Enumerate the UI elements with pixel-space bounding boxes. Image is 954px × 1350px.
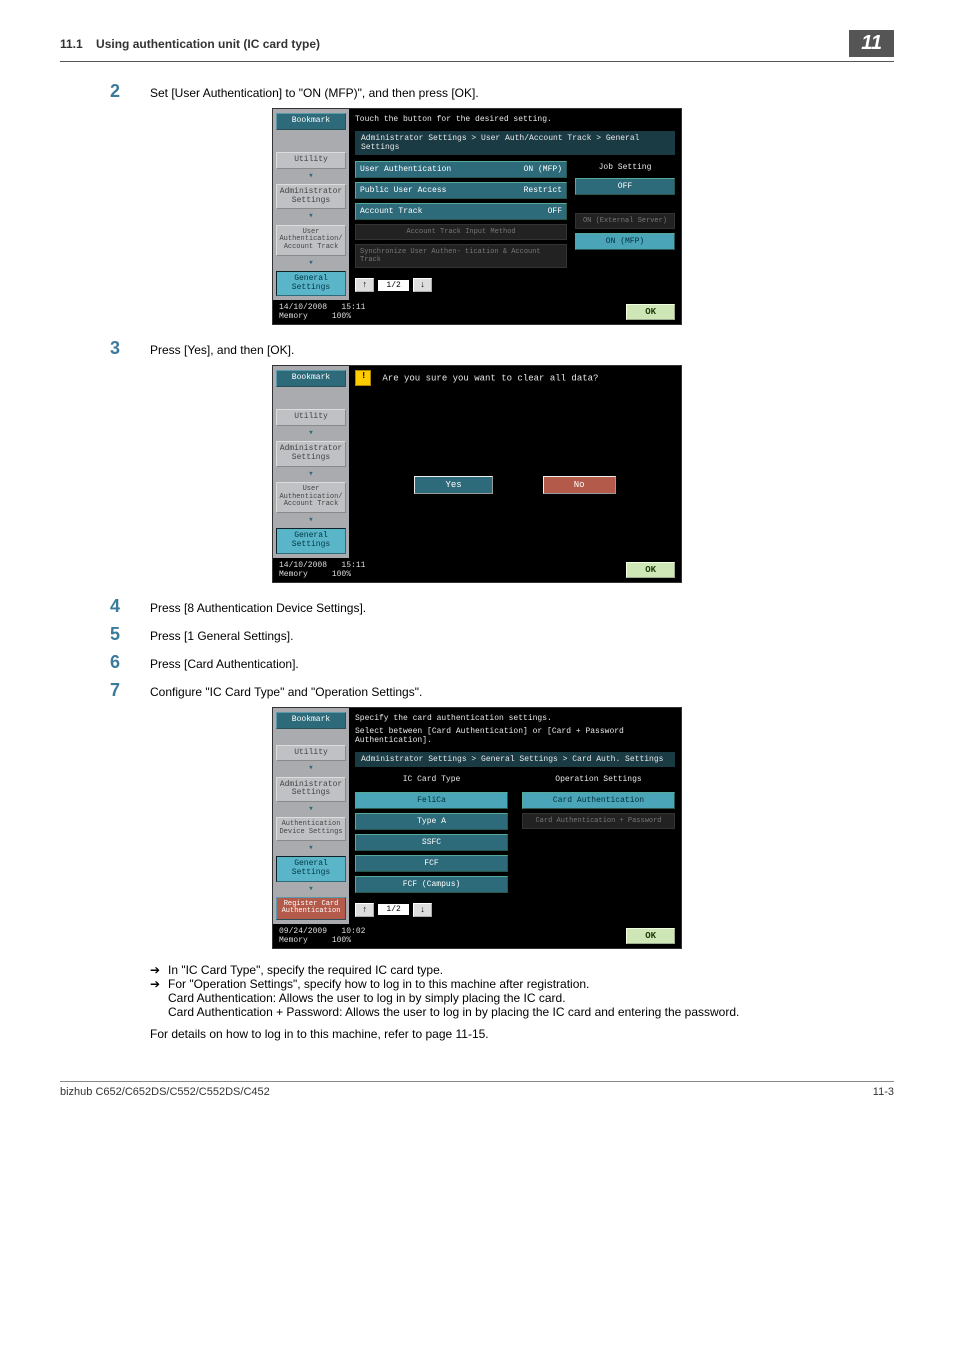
side-nav: Bookmark Utility ▾ Administrator Setting… bbox=[273, 366, 349, 557]
instruction-text-2: Select between [Card Authentication] or … bbox=[355, 727, 675, 749]
side-nav: Bookmark Utility ▾ Administrator Setting… bbox=[273, 708, 349, 924]
step-number: 3 bbox=[110, 339, 150, 357]
step-7: 7Configure "IC Card Type" and "Operation… bbox=[110, 681, 894, 699]
step-text: Press [Yes], and then [OK]. bbox=[150, 339, 294, 357]
ssfc-option[interactable]: SSFC bbox=[355, 834, 508, 851]
admin-settings-button[interactable]: Administrator Settings bbox=[276, 184, 346, 210]
card-auth-password-option[interactable]: Card Authentication + Password bbox=[522, 813, 675, 829]
page-up-button[interactable]: ↑ bbox=[355, 278, 374, 292]
operation-settings-header: Operation Settings bbox=[522, 773, 675, 788]
admin-settings-button[interactable]: Administrator Settings bbox=[276, 441, 346, 467]
pager: ↑ 1/2 ↓ bbox=[355, 903, 508, 917]
step-5: 5Press [1 General Settings]. bbox=[110, 625, 894, 643]
step-4: 4Press [8 Authentication Device Settings… bbox=[110, 597, 894, 615]
fcf-campus-option[interactable]: FCF (Campus) bbox=[355, 876, 508, 893]
page-down-button[interactable]: ↓ bbox=[413, 903, 432, 917]
utility-button[interactable]: Utility bbox=[276, 745, 346, 762]
page-footer: bizhub C652/C652DS/C552/C552DS/C452 11-3 bbox=[60, 1081, 894, 1098]
acct-track-input-row: Account Track Input Method bbox=[355, 224, 567, 240]
bookmark-button[interactable]: Bookmark bbox=[276, 370, 346, 387]
section-name: Using authentication unit (IC card type) bbox=[96, 37, 320, 51]
account-track-row[interactable]: Account TrackOFF bbox=[355, 203, 567, 220]
page-header: 11.1 Using authentication unit (IC card … bbox=[60, 30, 894, 62]
chevron-down-icon: ▾ bbox=[276, 806, 346, 813]
step-number: 2 bbox=[110, 82, 150, 100]
bullet-2b: Card Authentication + Password: Allows t… bbox=[168, 1005, 894, 1019]
chapter-badge: 11 bbox=[849, 30, 894, 57]
off-option[interactable]: OFF bbox=[575, 178, 675, 195]
pager: ↑ 1/2 ↓ bbox=[355, 278, 567, 292]
bullet-2: ➔For "Operation Settings", specify how t… bbox=[150, 977, 894, 991]
auth-device-button[interactable]: Authentication Device Settings bbox=[276, 817, 346, 840]
footer-page: 11-3 bbox=[873, 1086, 894, 1098]
step-6: 6Press [Card Authentication]. bbox=[110, 653, 894, 671]
step-2: 2 Set [User Authentication] to "ON (MFP)… bbox=[110, 82, 894, 100]
bullet-1: ➔In "IC Card Type", specify the required… bbox=[150, 963, 894, 977]
ok-button[interactable]: OK bbox=[626, 928, 675, 944]
general-settings-button[interactable]: General Settings bbox=[276, 856, 346, 882]
bullet-2a: Card Authentication: Allows the user to … bbox=[168, 991, 894, 1005]
side-nav: Bookmark Utility ▾ Administrator Setting… bbox=[273, 109, 349, 300]
instruction-text: Touch the button for the desired setting… bbox=[355, 113, 675, 128]
screenshot-card-auth-settings: Bookmark Utility ▾ Administrator Setting… bbox=[272, 707, 682, 949]
card-auth-option[interactable]: Card Authentication bbox=[522, 792, 675, 809]
utility-button[interactable]: Utility bbox=[276, 152, 346, 169]
sync-user-auth-row: Synchronize User Authen- tication & Acco… bbox=[355, 244, 567, 268]
arrow-icon: ➔ bbox=[150, 963, 168, 977]
ic-card-type-header: IC Card Type bbox=[355, 773, 508, 788]
reference-line: For details on how to log in to this mac… bbox=[150, 1027, 894, 1041]
utility-button[interactable]: Utility bbox=[276, 409, 346, 426]
warning-icon bbox=[355, 370, 371, 386]
general-settings-button[interactable]: General Settings bbox=[276, 528, 346, 554]
register-card-button[interactable]: Register Card Authentication bbox=[276, 897, 346, 920]
job-setting-label: Job Setting bbox=[575, 161, 675, 174]
ok-button[interactable]: OK bbox=[626, 304, 675, 320]
user-auth-row[interactable]: User AuthenticationON (MFP) bbox=[355, 161, 567, 178]
section-number: 11.1 bbox=[60, 37, 83, 51]
chevron-down-icon: ▾ bbox=[276, 765, 346, 772]
screenshot-general-settings: Bookmark Utility ▾ Administrator Setting… bbox=[272, 108, 682, 325]
external-server-option: ON (External Server) bbox=[575, 213, 675, 229]
felica-option[interactable]: FeliCa bbox=[355, 792, 508, 809]
no-button[interactable]: No bbox=[543, 476, 616, 494]
page-indicator: 1/2 bbox=[378, 904, 408, 915]
screenshot-confirm-dialog: Bookmark Utility ▾ Administrator Setting… bbox=[272, 365, 682, 582]
chevron-down-icon: ▾ bbox=[276, 213, 346, 220]
type-a-option[interactable]: Type A bbox=[355, 813, 508, 830]
status-left: 09/24/2009 10:02 Memory 100% bbox=[279, 927, 365, 945]
page-down-button[interactable]: ↓ bbox=[413, 278, 432, 292]
instruction-text-1: Specify the card authentication settings… bbox=[355, 712, 675, 727]
confirm-prompt: Are you sure you want to clear all data? bbox=[355, 370, 675, 386]
fcf-option[interactable]: FCF bbox=[355, 855, 508, 872]
section-title: 11.1 Using authentication unit (IC card … bbox=[60, 37, 320, 51]
page-indicator: 1/2 bbox=[378, 280, 408, 291]
arrow-icon: ➔ bbox=[150, 977, 168, 991]
bookmark-button[interactable]: Bookmark bbox=[276, 113, 346, 130]
admin-settings-button[interactable]: Administrator Settings bbox=[276, 777, 346, 803]
bookmark-button[interactable]: Bookmark bbox=[276, 712, 346, 729]
step-3: 3 Press [Yes], and then [OK]. bbox=[110, 339, 894, 357]
chevron-down-icon: ▾ bbox=[276, 430, 346, 437]
ok-button[interactable]: OK bbox=[626, 562, 675, 578]
chevron-down-icon: ▾ bbox=[276, 260, 346, 267]
step-text: Set [User Authentication] to "ON (MFP)",… bbox=[150, 82, 479, 100]
user-auth-button[interactable]: User Authentication/ Account Track bbox=[276, 225, 346, 256]
breadcrumb: Administrator Settings > General Setting… bbox=[355, 752, 675, 767]
public-user-row[interactable]: Public User AccessRestrict bbox=[355, 182, 567, 199]
chevron-down-icon: ▾ bbox=[276, 845, 346, 852]
footer-model: bizhub C652/C652DS/C552/C552DS/C452 bbox=[60, 1086, 270, 1098]
user-auth-button[interactable]: User Authentication/ Account Track bbox=[276, 482, 346, 513]
general-settings-button[interactable]: General Settings bbox=[276, 271, 346, 297]
status-left: 14/10/2008 15:11 Memory 100% bbox=[279, 303, 365, 321]
yes-button[interactable]: Yes bbox=[414, 476, 492, 494]
chevron-down-icon: ▾ bbox=[276, 471, 346, 478]
page-up-button[interactable]: ↑ bbox=[355, 903, 374, 917]
chevron-down-icon: ▾ bbox=[276, 886, 346, 893]
chevron-down-icon: ▾ bbox=[276, 173, 346, 180]
status-left: 14/10/2008 15:11 Memory 100% bbox=[279, 561, 365, 579]
chevron-down-icon: ▾ bbox=[276, 517, 346, 524]
on-mfp-option[interactable]: ON (MFP) bbox=[575, 233, 675, 250]
breadcrumb: Administrator Settings > User Auth/Accou… bbox=[355, 131, 675, 155]
